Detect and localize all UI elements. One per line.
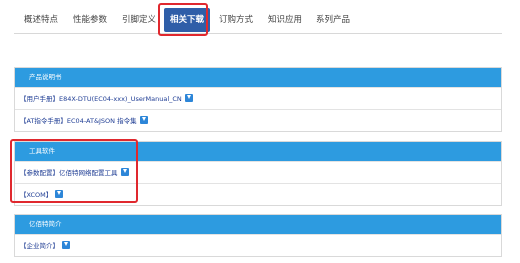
tab-knowledge[interactable]: 知识应用 [268,8,302,32]
download-link-network-config-tool[interactable]: 【参数配置】亿佰特网络配置工具 [20,169,118,177]
product-tabs: 概述特点 性能参数 引脚定义 相关下载 订购方式 知识应用 系列产品 [0,0,520,38]
download-link-xcom[interactable]: 【XCOM】 [20,191,52,199]
tab-downloads[interactable]: 相关下载 [164,8,211,32]
download-link-company-profile[interactable]: 【企业简介】 [20,242,59,250]
list-item: 【XCOM】 [15,183,501,205]
download-icon[interactable] [62,241,70,249]
tab-ordering[interactable]: 订购方式 [219,8,253,32]
tab-overview[interactable]: 概述特点 [24,8,58,32]
list-item: 【企业简介】 [15,234,501,256]
list-item: 【AT指令手册】EC04-AT&JSON 指令集 [15,109,501,131]
tab-pin-definition[interactable]: 引脚定义 [122,8,156,32]
section-title: 产品说明书 [15,68,501,87]
download-icon[interactable] [184,94,193,102]
tab-specs[interactable]: 性能参数 [73,8,107,32]
download-link-at-command-manual[interactable]: 【AT指令手册】EC04-AT&JSON 指令集 [20,117,137,125]
section-tool-software: 工具软件 【参数配置】亿佰特网络配置工具 【XCOM】 [14,141,502,206]
section-company-intro: 亿佰特简介 【企业简介】 [14,214,502,257]
tab-series-products[interactable]: 系列产品 [316,8,350,32]
tab-divider [14,33,502,34]
download-icon[interactable] [120,168,129,176]
download-link-user-manual[interactable]: 【用户手册】E84X-DTU(EC04-xxx)_UserManual_CN [20,95,182,103]
download-icon[interactable] [139,116,148,124]
list-item: 【用户手册】E84X-DTU(EC04-xxx)_UserManual_CN [15,87,501,109]
section-title: 工具软件 [15,142,501,161]
section-product-manuals: 产品说明书 【用户手册】E84X-DTU(EC04-xxx)_UserManua… [14,67,502,132]
list-item: 【参数配置】亿佰特网络配置工具 [15,161,501,183]
section-title: 亿佰特简介 [15,215,501,234]
download-icon[interactable] [55,190,64,198]
